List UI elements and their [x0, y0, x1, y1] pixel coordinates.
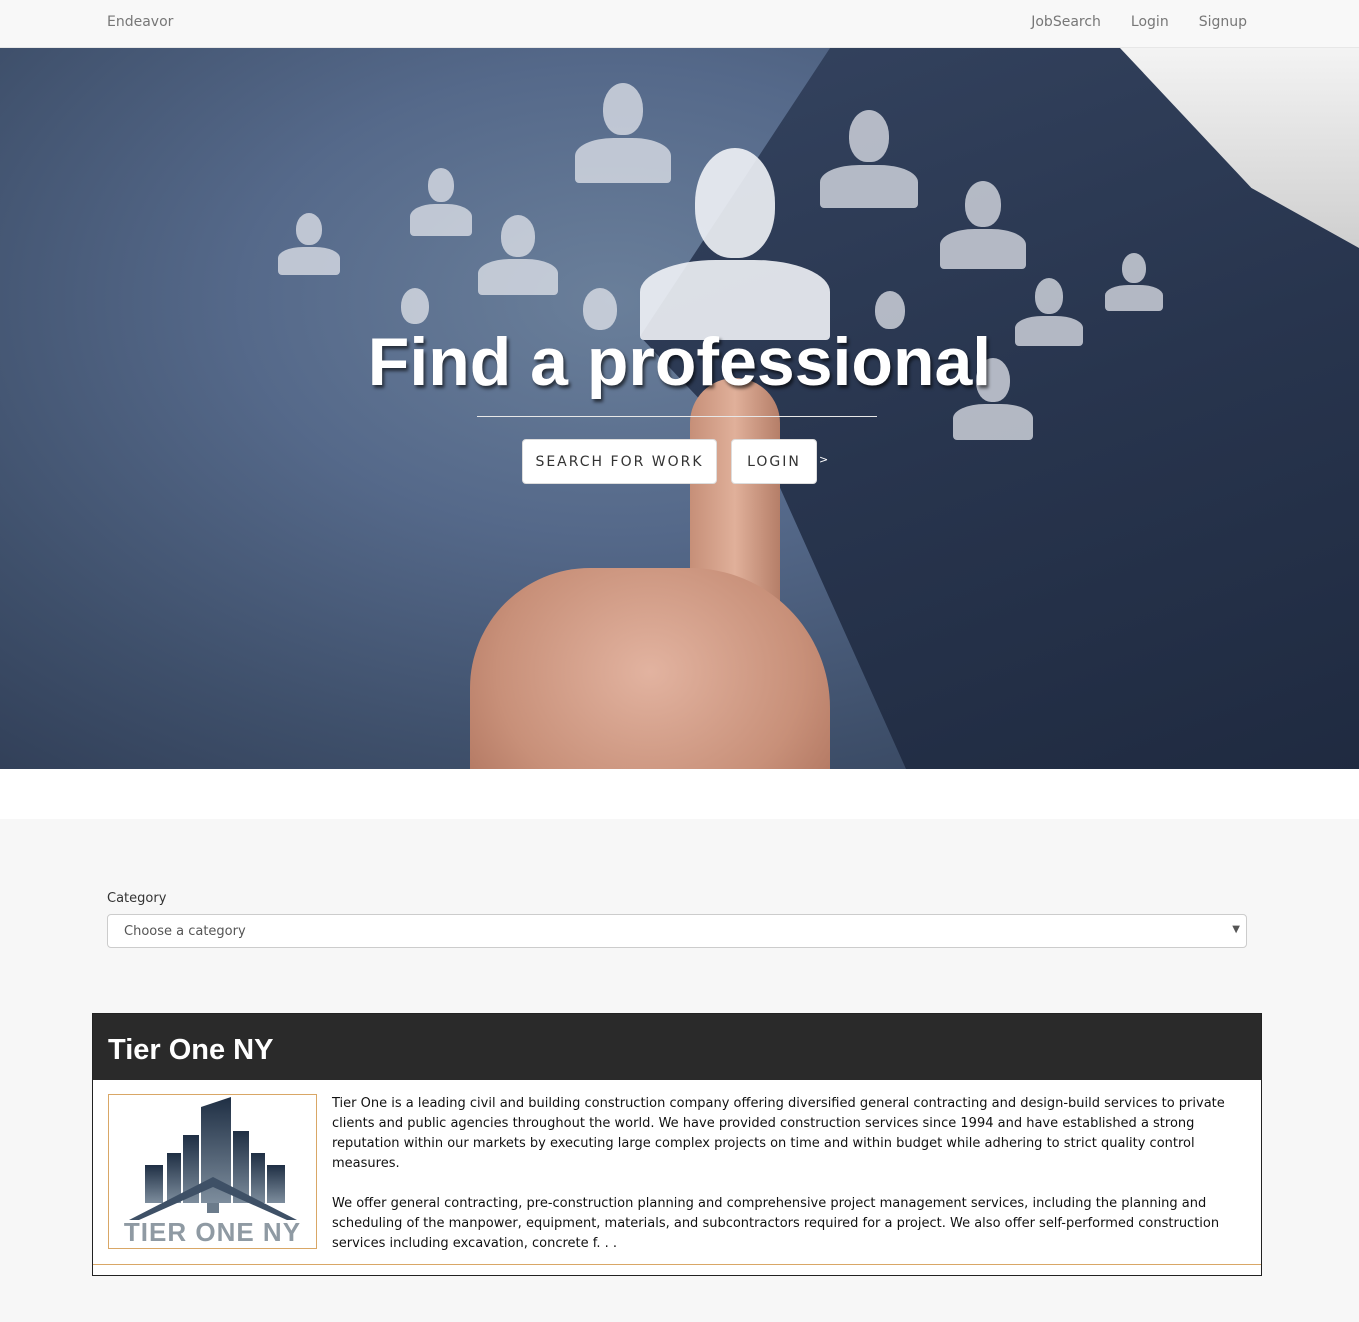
- listing-card[interactable]: Tier One NY TIER ONE NY Tier One is a le…: [92, 1013, 1262, 1276]
- category-select[interactable]: Choose a category ▼: [107, 914, 1247, 948]
- company-logo[interactable]: TIER ONE NY: [108, 1094, 317, 1249]
- listing-paragraph: Tier One is a leading civil and building…: [332, 1096, 1225, 1171]
- arrow-icon: >: [819, 453, 829, 466]
- category-label: Category: [107, 891, 167, 906]
- nav-jobsearch-link[interactable]: JobSearch: [1031, 14, 1101, 30]
- person-icon: [278, 213, 340, 275]
- person-icon: [478, 215, 558, 295]
- hero-title: Find a professional: [367, 324, 992, 400]
- section-spacer: [0, 769, 1359, 819]
- nav-login-link[interactable]: Login: [1131, 14, 1169, 30]
- person-icon: [410, 168, 472, 236]
- pointing-hand: [470, 568, 830, 769]
- person-icon: [395, 288, 435, 328]
- navbar: Endeavor JobSearch Login Signup: [0, 0, 1359, 48]
- caret-down-icon: ▼: [1232, 924, 1240, 935]
- hero-login-button[interactable]: LOGIN: [731, 439, 817, 484]
- listing-paragraph: We offer general contracting, pre-constr…: [332, 1196, 1220, 1251]
- listing-divider: [93, 1264, 1261, 1265]
- brand-link[interactable]: Endeavor: [107, 14, 173, 30]
- person-icon: [640, 148, 830, 340]
- person-icon: [1105, 253, 1163, 311]
- nav-links: JobSearch Login Signup: [1031, 14, 1247, 30]
- listing-description: Tier One is a leading civil and building…: [332, 1094, 1252, 1254]
- nav-signup-link[interactable]: Signup: [1199, 14, 1247, 30]
- listing-title[interactable]: Tier One NY: [108, 1034, 273, 1067]
- hero-banner: Find a professional SEARCH FOR WORK LOGI…: [0, 48, 1359, 769]
- search-for-work-button[interactable]: SEARCH FOR WORK: [522, 439, 717, 484]
- listing-card-header: Tier One NY: [93, 1014, 1261, 1080]
- company-logo-wordmark: TIER ONE NY: [123, 1217, 302, 1247]
- hero-divider: [477, 416, 877, 417]
- category-selected-value: Choose a category: [124, 923, 246, 939]
- person-icon: [940, 181, 1026, 269]
- person-icon: [820, 110, 918, 208]
